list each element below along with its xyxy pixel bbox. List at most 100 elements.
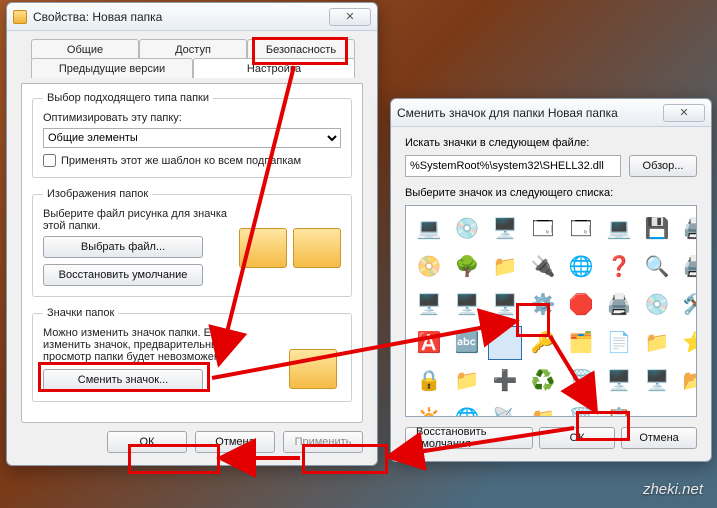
icon-item[interactable]: 🗑️ (564, 402, 598, 417)
icon-glyph: 🌐 (455, 409, 480, 417)
icon-item[interactable]: 🗑️ (564, 364, 598, 398)
tab-security[interactable]: Безопасность (247, 39, 355, 59)
folder-icons-hint: Можно изменить значок папки. Если измени… (43, 327, 263, 363)
icon-item[interactable]: 💿 (640, 288, 674, 322)
icon-item[interactable]: 🛑 (564, 288, 598, 322)
change-icon-button[interactable]: Сменить значок... (43, 369, 203, 391)
icon-item[interactable]: 💻 (412, 212, 446, 246)
apply-subfolders-checkbox[interactable] (43, 154, 56, 167)
properties-window: Свойства: Новая папка ✕ Общие Доступ Без… (6, 2, 378, 466)
icon-glyph: 🔍 (645, 257, 670, 277)
tab-sharing[interactable]: Доступ (139, 39, 247, 59)
icon-item[interactable]: 🌐 (450, 402, 484, 417)
folder-images-hint: Выберите файл рисунка для значка этой па… (43, 208, 243, 232)
apply-subfolders-label: Применять этот же шаблон ко всем подпапк… (61, 155, 301, 167)
icon-item[interactable] (488, 326, 522, 360)
icon-item[interactable]: ♻️ (526, 364, 560, 398)
folder-thumb-back (239, 228, 287, 268)
icon-list[interactable]: 💻💿🖥️🗔🗔💻💾🖨️📀🌳📁🔌🌐❓🔍🖨️🖥️🖥️🖥️⚙️🛑🖨️💿🛠️🅰️🔤🔑🗂️📄… (405, 205, 697, 417)
icon-item[interactable]: 📁 (450, 364, 484, 398)
folder-icon (13, 10, 27, 24)
icon-item[interactable]: 💾 (640, 212, 674, 246)
icon-item[interactable]: 🖥️ (450, 288, 484, 322)
icon-glyph: 💿 (455, 219, 480, 239)
icon-item[interactable]: 🗔 (564, 212, 598, 246)
icon-item[interactable]: 🔆 (412, 402, 446, 417)
icon-item[interactable]: ➕ (488, 364, 522, 398)
icon-glyph: 🔆 (417, 409, 442, 417)
ok-button[interactable]: ОК (107, 431, 187, 453)
group-folder-icons: Значки папок Можно изменить значок папки… (32, 307, 352, 402)
icon-glyph: 🖥️ (493, 219, 518, 239)
apply-button[interactable]: Применить (283, 431, 363, 453)
icon-glyph: 🔑 (531, 333, 556, 353)
cancel-button[interactable]: Отмена (621, 427, 697, 449)
icon-item[interactable]: 💻 (602, 212, 636, 246)
tab-panel: Выбор подходящего типа папки Оптимизиров… (21, 83, 363, 423)
icon-item[interactable]: 📀 (412, 250, 446, 284)
icon-glyph: 🌳 (455, 257, 480, 277)
tab-customize[interactable]: Настройка (193, 58, 355, 78)
browse-button[interactable]: Обзор... (629, 155, 697, 177)
icon-item[interactable]: 🖥️ (640, 364, 674, 398)
icon-path-input[interactable] (405, 155, 621, 177)
icon-glyph: 🗑️ (569, 409, 594, 417)
icon-item[interactable]: 🌐 (564, 250, 598, 284)
icon-glyph: 🛠️ (683, 295, 697, 315)
tab-general[interactable]: Общие (31, 39, 139, 59)
icon-glyph: 🔒 (417, 371, 442, 391)
icon-item[interactable]: ⭐ (678, 326, 697, 360)
icon-item[interactable]: 📡 (488, 402, 522, 417)
cancel-button[interactable]: Отмена (195, 431, 275, 453)
icon-item[interactable]: 🖨️ (602, 288, 636, 322)
icon-item[interactable]: 📁 (488, 250, 522, 284)
icon-item[interactable]: ❓ (602, 250, 636, 284)
icon-glyph: ❓ (607, 257, 632, 277)
icon-item[interactable]: 📁 (526, 402, 560, 417)
group-folder-type-legend: Выбор подходящего типа папки (43, 92, 213, 104)
icon-glyph: 💾 (645, 219, 670, 239)
icon-item[interactable]: 🗂️ (564, 326, 598, 360)
restore-defaults-button[interactable]: Восстановить умолчания (405, 427, 533, 449)
icon-item[interactable]: 🖥️ (412, 288, 446, 322)
icon-preview (289, 349, 337, 389)
icon-item[interactable]: 🗔 (526, 212, 560, 246)
icon-item[interactable]: 🔤 (450, 326, 484, 360)
icon-glyph: 🖨️ (607, 295, 632, 315)
optimize-combo[interactable]: Общие элементы (43, 128, 341, 148)
ok-button[interactable]: ОК (539, 427, 615, 449)
icon-glyph: 🖥️ (645, 371, 670, 391)
icon-item[interactable]: 📋 (602, 402, 636, 417)
titlebar[interactable]: Свойства: Новая папка ✕ (7, 3, 377, 31)
icon-glyph: 🗑️ (569, 371, 594, 391)
icon-glyph: 🅰️ (417, 333, 442, 353)
icon-glyph: 📄 (607, 333, 632, 353)
icon-item[interactable]: 🔑 (526, 326, 560, 360)
icon-item[interactable]: 💿 (450, 212, 484, 246)
icon-item[interactable]: 🖥️ (488, 212, 522, 246)
tab-previous-versions[interactable]: Предыдущие версии (31, 58, 193, 78)
icon-item[interactable]: 🖨️ (678, 212, 697, 246)
icon-item[interactable]: 🔌 (526, 250, 560, 284)
close-button[interactable]: ✕ (329, 8, 371, 26)
choose-file-button[interactable]: Выбрать файл... (43, 236, 203, 258)
icon-glyph: 🖥️ (607, 371, 632, 391)
icon-item[interactable]: 📁 (640, 326, 674, 360)
icon-item[interactable]: 🔍 (640, 250, 674, 284)
icon-item[interactable]: 📂 (678, 364, 697, 398)
dialog-buttons: Восстановить умолчания ОК Отмена (405, 427, 697, 449)
restore-default-image-button[interactable]: Восстановить умолчание (43, 264, 203, 286)
icon-item[interactable]: 🅰️ (412, 326, 446, 360)
icon-item[interactable]: 🔒 (412, 364, 446, 398)
icon-item[interactable]: 🖨️ (678, 250, 697, 284)
icon-glyph: 📁 (531, 409, 556, 417)
icon-item[interactable]: 🛠️ (678, 288, 697, 322)
icon-glyph: 📂 (683, 371, 697, 391)
icon-item[interactable]: 🖥️ (488, 288, 522, 322)
icon-item[interactable]: 🌳 (450, 250, 484, 284)
icon-item[interactable]: 🖥️ (602, 364, 636, 398)
icon-item[interactable]: ⚙️ (526, 288, 560, 322)
titlebar[interactable]: Сменить значок для папки Новая папка ✕ (391, 99, 711, 127)
close-button[interactable]: ✕ (663, 104, 705, 122)
icon-item[interactable]: 📄 (602, 326, 636, 360)
